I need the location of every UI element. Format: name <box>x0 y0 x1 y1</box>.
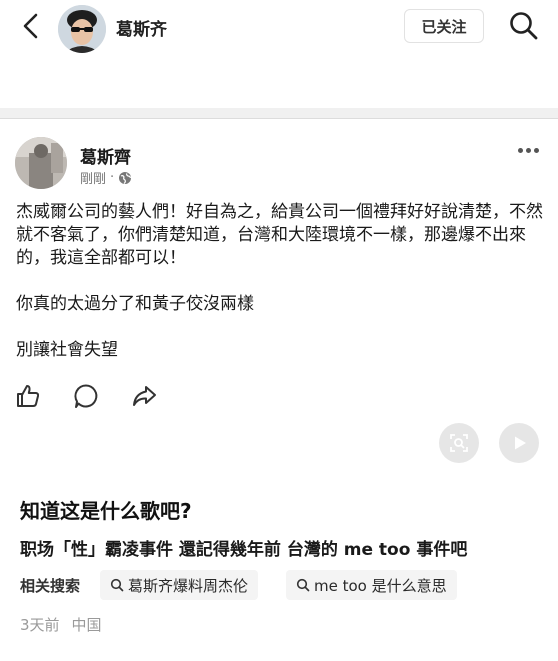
related-search-chip[interactable]: me too 是什么意思 <box>286 570 457 600</box>
post-author-avatar[interactable] <box>15 137 67 189</box>
section-divider <box>0 108 558 118</box>
footer-meta: 3天前 中国 <box>20 614 102 635</box>
following-button[interactable]: 已关注 <box>404 9 484 43</box>
related-search-chip[interactable]: 葛斯齐爆料周杰伦 <box>100 570 259 600</box>
meta-separator: · <box>110 170 115 185</box>
share-icon[interactable] <box>130 382 158 410</box>
post-paragraph: 杰威爾公司的藝人們！好自為之，給貴公司一個禮拜好好說清楚，不然就不客氣了，你們清… <box>16 202 543 268</box>
more-options-icon[interactable] <box>515 143 541 157</box>
like-icon[interactable] <box>14 382 42 410</box>
post-time: 剛剛 <box>80 172 107 187</box>
chip-label: me too 是什么意思 <box>314 576 447 595</box>
post-border <box>0 118 558 119</box>
post-paragraph: 你真的太過分了和黃子佼沒兩樣 <box>16 294 254 314</box>
post-paragraph: 別讓社會失望 <box>16 340 118 360</box>
screenshot-search-icon[interactable] <box>439 423 479 463</box>
header-avatar[interactable] <box>58 5 106 53</box>
related-search-label: 相关搜索 <box>20 577 81 595</box>
back-arrow-icon[interactable] <box>18 12 46 40</box>
header-author-name[interactable]: 葛斯齐 <box>116 15 167 40</box>
related-subtitle: 职场「性」霸凌事件 還記得幾年前 台灣的 me too 事件吧 <box>20 540 468 560</box>
post-body: 杰威爾公司的藝人們！好自為之，給貴公司一個禮拜好好說清楚，不然就不客氣了，你們清… <box>16 201 546 362</box>
post-meta: 剛剛 · <box>80 168 132 187</box>
footer-location: 中国 <box>71 616 102 634</box>
search-icon <box>296 578 310 592</box>
post-author-name[interactable]: 葛斯齊 <box>80 143 131 168</box>
play-icon[interactable] <box>499 423 539 463</box>
search-icon[interactable] <box>508 10 540 42</box>
comment-icon[interactable] <box>72 382 100 410</box>
search-icon <box>110 578 124 592</box>
related-title: 知道这是什么歌吧? <box>20 499 192 523</box>
top-nav-bar: 葛斯齐 已关注 <box>0 0 558 58</box>
footer-time: 3天前 <box>20 616 60 634</box>
globe-icon <box>118 171 132 185</box>
post-actions <box>14 382 158 410</box>
chip-label: 葛斯齐爆料周杰伦 <box>128 576 249 595</box>
